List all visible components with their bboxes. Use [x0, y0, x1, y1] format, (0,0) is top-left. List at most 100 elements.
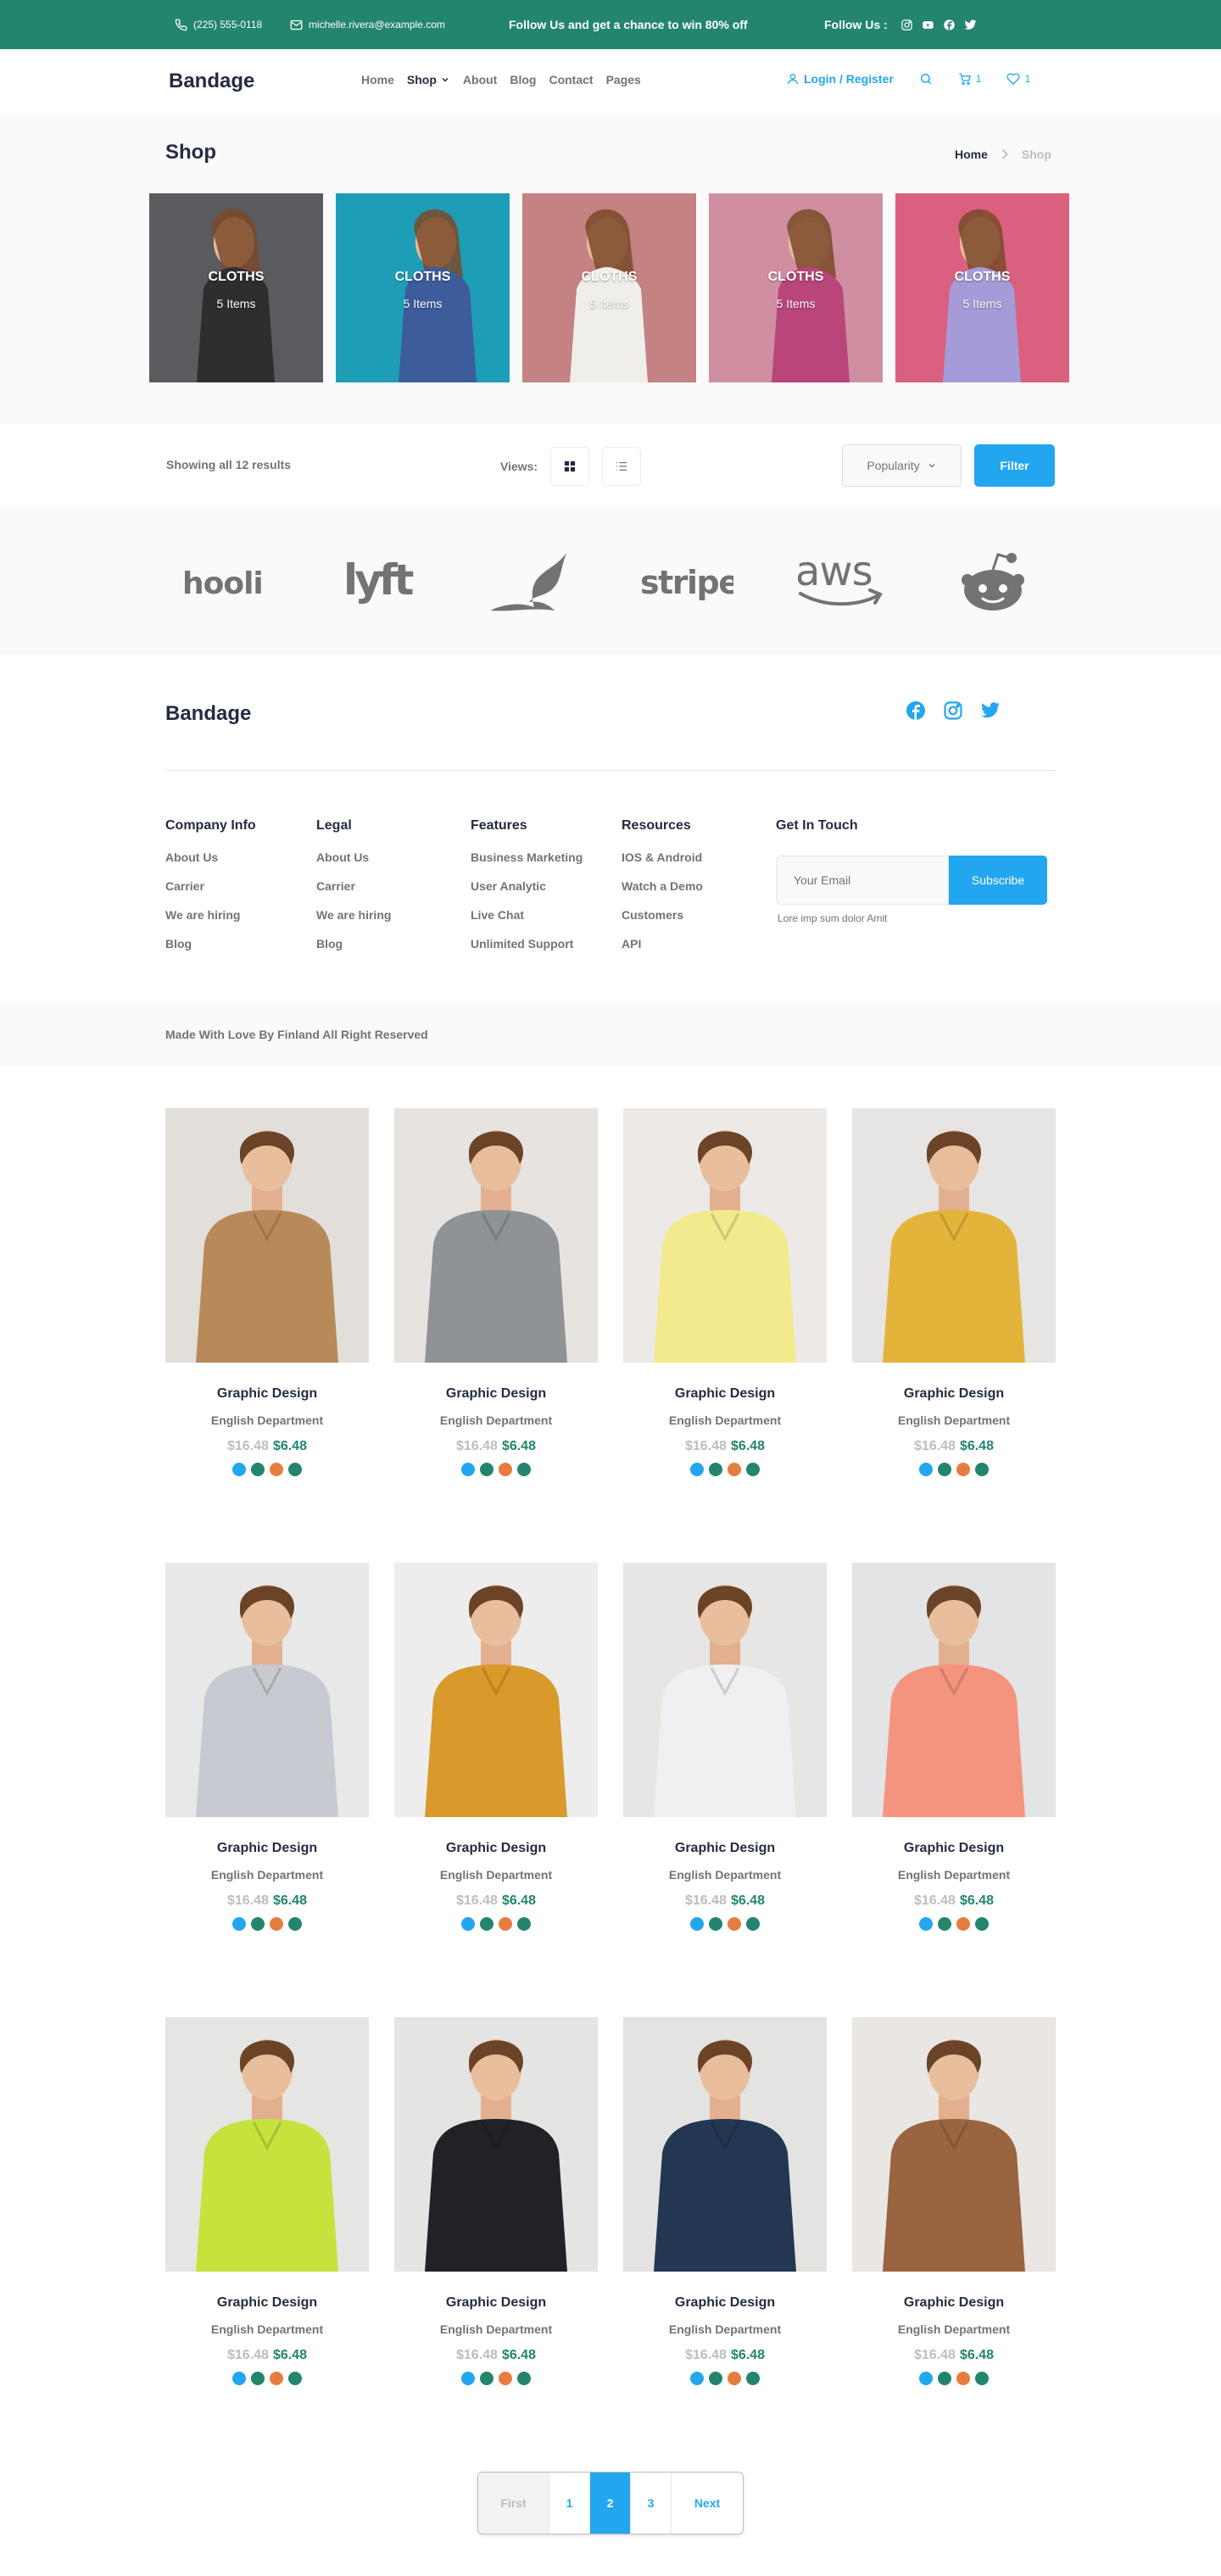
color-swatch[interactable]: [728, 2372, 741, 2385]
color-swatch[interactable]: [232, 1463, 246, 1476]
product-name[interactable]: Graphic Design: [623, 2295, 827, 2311]
product-image[interactable]: [394, 2017, 598, 2272]
color-swatch[interactable]: [690, 1463, 704, 1476]
product-card[interactable]: Graphic Design English Department $16.48…: [394, 2017, 598, 2441]
color-swatch[interactable]: [975, 1917, 989, 1931]
color-swatch[interactable]: [938, 2372, 951, 2385]
color-swatch[interactable]: [461, 1463, 475, 1476]
category-card[interactable]: CLOTHS 5 Items: [709, 193, 883, 382]
twitter-icon[interactable]: [980, 700, 1001, 721]
color-swatch[interactable]: [746, 2372, 760, 2385]
product-name[interactable]: Graphic Design: [394, 1386, 598, 1402]
color-swatch[interactable]: [251, 2372, 265, 2385]
product-card[interactable]: Graphic Design English Department $16.48…: [165, 1563, 369, 1987]
product-card[interactable]: Graphic Design English Department $16.48…: [623, 1563, 827, 1987]
filter-button[interactable]: Filter: [974, 444, 1055, 487]
nav-about[interactable]: About: [463, 73, 497, 86]
product-card[interactable]: Graphic Design English Department $16.48…: [394, 1563, 598, 1987]
color-swatch[interactable]: [499, 1917, 512, 1931]
footer-link[interactable]: Carrier: [316, 879, 391, 908]
nav-pages[interactable]: Pages: [606, 73, 641, 86]
product-name[interactable]: Graphic Design: [165, 2295, 369, 2311]
color-swatch[interactable]: [517, 1463, 531, 1476]
facebook-icon[interactable]: [906, 700, 926, 721]
login-link[interactable]: Login / Register: [786, 72, 894, 86]
color-swatch[interactable]: [709, 1463, 722, 1476]
color-swatch[interactable]: [288, 2372, 302, 2385]
search-icon[interactable]: [919, 72, 933, 86]
footer-link[interactable]: IOS & Android: [622, 850, 703, 879]
subscribe-button[interactable]: Subscribe: [949, 856, 1047, 905]
color-swatch[interactable]: [251, 1463, 265, 1476]
color-swatch[interactable]: [288, 1917, 302, 1931]
color-swatch[interactable]: [270, 1917, 283, 1931]
nav-blog[interactable]: Blog: [510, 73, 536, 86]
color-swatch[interactable]: [956, 1917, 970, 1931]
color-swatch[interactable]: [461, 1917, 475, 1931]
footer-link[interactable]: About Us: [316, 850, 391, 879]
color-swatch[interactable]: [517, 1917, 531, 1931]
email-input[interactable]: Your Email: [776, 856, 949, 905]
footer-brand[interactable]: Bandage: [165, 702, 251, 726]
color-swatch[interactable]: [919, 2372, 933, 2385]
product-image[interactable]: [852, 1108, 1056, 1363]
color-swatch[interactable]: [690, 2372, 704, 2385]
product-image[interactable]: [165, 1563, 369, 1817]
color-swatch[interactable]: [956, 1463, 970, 1476]
color-swatch[interactable]: [270, 2372, 283, 2385]
color-swatch[interactable]: [232, 1917, 246, 1931]
color-swatch[interactable]: [746, 1463, 760, 1476]
color-swatch[interactable]: [499, 1463, 512, 1476]
color-swatch[interactable]: [480, 2372, 493, 2385]
color-swatch[interactable]: [709, 1917, 722, 1931]
pagination-next[interactable]: Next: [672, 2473, 743, 2534]
color-swatch[interactable]: [480, 1463, 493, 1476]
twitter-icon[interactable]: [964, 19, 977, 31]
cart-button[interactable]: 1: [958, 72, 981, 86]
nav-home[interactable]: Home: [361, 73, 394, 86]
product-image[interactable]: [394, 1108, 598, 1363]
product-card[interactable]: Graphic Design English Department $16.48…: [852, 1108, 1056, 1532]
brand-logo[interactable]: Bandage: [169, 70, 254, 93]
color-swatch[interactable]: [690, 1917, 704, 1931]
product-name[interactable]: Graphic Design: [623, 1841, 827, 1856]
product-card[interactable]: Graphic Design English Department $16.48…: [623, 2017, 827, 2441]
color-swatch[interactable]: [461, 2372, 475, 2385]
product-card[interactable]: Graphic Design English Department $16.48…: [165, 1108, 369, 1532]
color-swatch[interactable]: [709, 2372, 722, 2385]
product-name[interactable]: Graphic Design: [852, 2295, 1056, 2311]
footer-link[interactable]: We are hiring: [316, 908, 391, 937]
color-swatch[interactable]: [975, 2372, 989, 2385]
color-swatch[interactable]: [919, 1917, 933, 1931]
footer-link[interactable]: Watch a Demo: [622, 879, 703, 908]
product-card[interactable]: Graphic Design English Department $16.48…: [852, 2017, 1056, 2441]
product-image[interactable]: [852, 1563, 1056, 1817]
youtube-icon[interactable]: [922, 19, 934, 31]
color-swatch[interactable]: [956, 2372, 970, 2385]
product-card[interactable]: Graphic Design English Department $16.48…: [852, 1563, 1056, 1987]
color-swatch[interactable]: [975, 1463, 989, 1476]
email-contact[interactable]: michelle.rivera@example.com: [290, 0, 445, 49]
color-swatch[interactable]: [517, 2372, 531, 2385]
color-swatch[interactable]: [232, 2372, 246, 2385]
pagination-page[interactable]: 1: [549, 2473, 590, 2534]
color-swatch[interactable]: [728, 1463, 741, 1476]
color-swatch[interactable]: [938, 1463, 951, 1476]
footer-link[interactable]: Business Marketing: [471, 850, 583, 879]
grid-view-button[interactable]: [550, 447, 590, 486]
pagination-page[interactable]: 3: [631, 2473, 672, 2534]
color-swatch[interactable]: [728, 1917, 741, 1931]
color-swatch[interactable]: [251, 1917, 265, 1931]
footer-link[interactable]: Live Chat: [471, 908, 583, 937]
instagram-icon[interactable]: [943, 700, 963, 721]
product-name[interactable]: Graphic Design: [165, 1386, 369, 1402]
facebook-icon[interactable]: [943, 19, 956, 31]
category-card[interactable]: CLOTHS 5 Items: [895, 193, 1069, 382]
product-card[interactable]: Graphic Design English Department $16.48…: [165, 2017, 369, 2441]
product-image[interactable]: [623, 1563, 827, 1817]
product-name[interactable]: Graphic Design: [852, 1386, 1056, 1402]
product-name[interactable]: Graphic Design: [165, 1841, 369, 1856]
wishlist-button[interactable]: 1: [1006, 72, 1030, 86]
product-card[interactable]: Graphic Design English Department $16.48…: [623, 1108, 827, 1532]
color-swatch[interactable]: [499, 2372, 512, 2385]
